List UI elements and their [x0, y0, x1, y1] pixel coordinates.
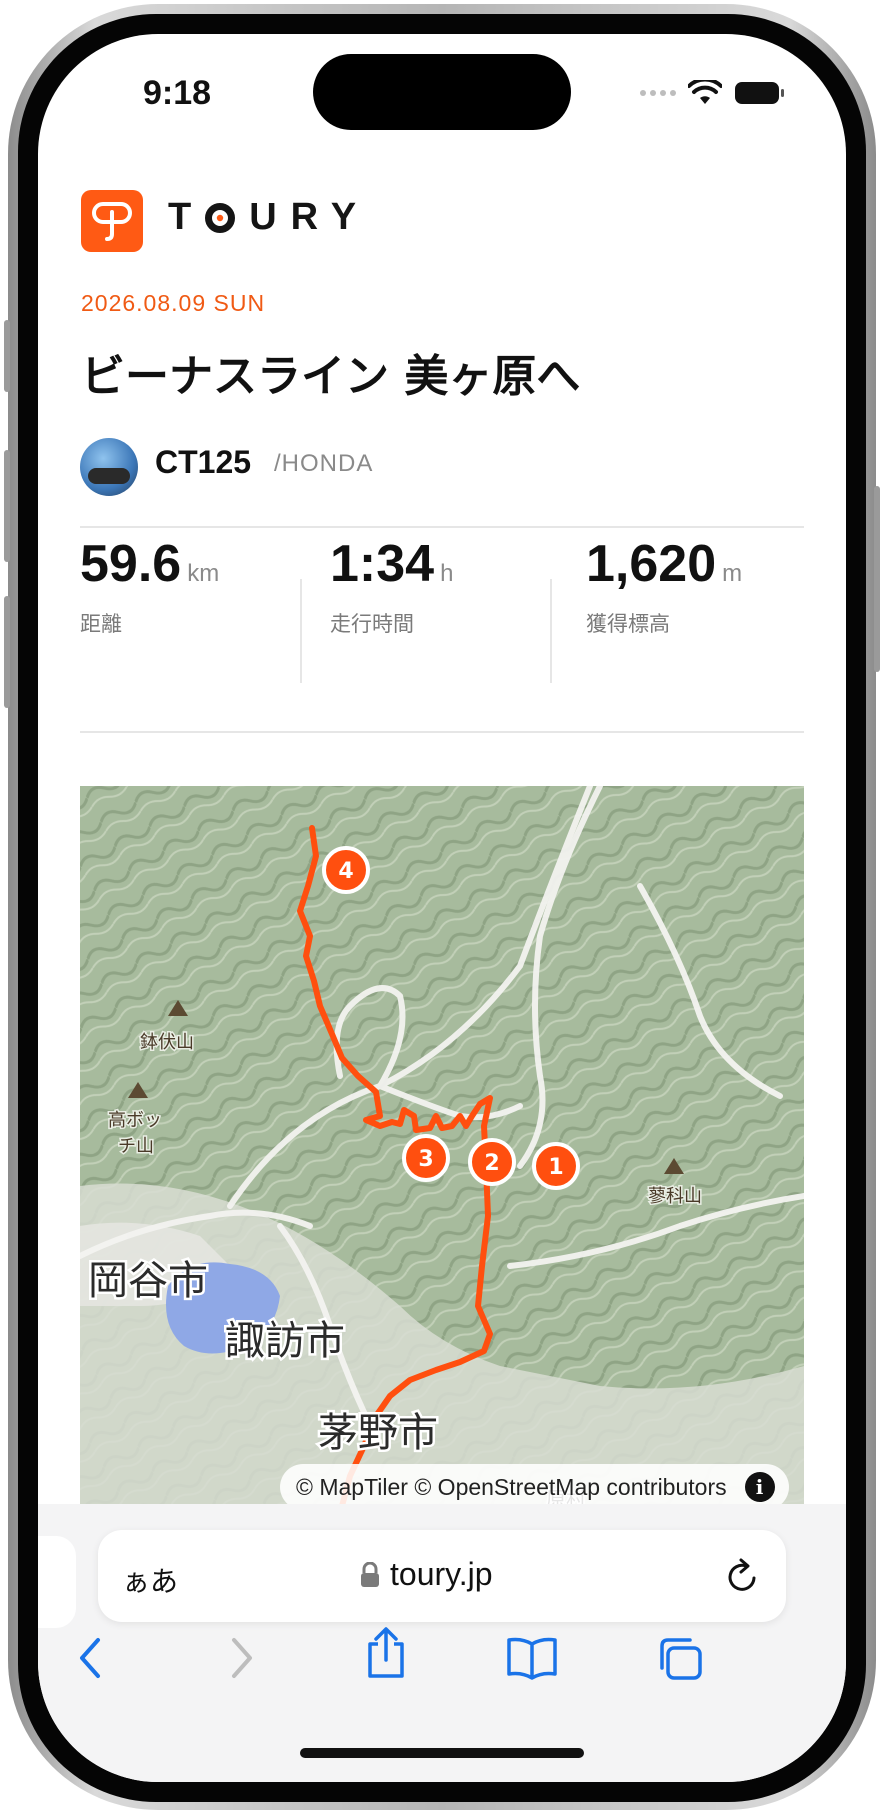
back-icon[interactable] — [76, 1636, 106, 1680]
url-text: toury.jp — [390, 1556, 493, 1592]
stat-duration: 1:34 h 走行時間 — [330, 534, 453, 638]
route-map[interactable]: 鉢伏山 高ボッ チ山 蓼科山 岡谷市 諏訪市 茅野市 原村 1 2 3 4 © … — [80, 786, 804, 1506]
city-label-suwa: 諏訪市 — [225, 1318, 345, 1364]
bike-maker: /HONDA — [274, 450, 374, 477]
route-marker-3[interactable]: 3 — [402, 1134, 450, 1182]
forward-icon[interactable] — [226, 1636, 256, 1680]
peak-label-takabocchi-2: チ山 — [118, 1136, 154, 1157]
stat-elevation-value: 1,620 — [586, 535, 717, 593]
divider-bottom — [80, 731, 804, 733]
battery-icon — [735, 82, 784, 104]
volume-down-button — [4, 596, 10, 708]
address-bar[interactable]: ぁあ toury.jp — [98, 1530, 786, 1622]
cellular-signal-icon — [640, 90, 676, 96]
logo-mark — [81, 190, 143, 252]
trip-title: ビーナスライン 美ヶ原へ — [81, 351, 581, 402]
lock-icon — [361, 1561, 379, 1587]
route-marker-2[interactable]: 2 — [468, 1138, 516, 1186]
city-label-okaya: 岡谷市 — [88, 1258, 208, 1304]
tabs-icon[interactable] — [656, 1636, 704, 1682]
divider-top — [80, 526, 804, 528]
stat-elevation-label: 獲得標高 — [586, 612, 670, 636]
stat-distance-label: 距離 — [80, 612, 122, 636]
stat-duration-value: 1:34 — [330, 535, 435, 593]
bike-model: CT125 — [155, 444, 252, 480]
bike-avatar — [80, 438, 138, 496]
svg-text:1: 1 — [548, 1155, 563, 1180]
text-size-button[interactable]: ぁあ — [122, 1560, 178, 1600]
svg-text:3: 3 — [418, 1147, 433, 1172]
status-time: 9:18 — [143, 74, 212, 112]
previous-tab-peek[interactable] — [38, 1536, 76, 1628]
svg-text:4: 4 — [338, 859, 353, 884]
stat-duration-label: 走行時間 — [330, 612, 414, 636]
map-attribution[interactable]: © MapTiler © OpenStreetMap contributors … — [280, 1464, 789, 1506]
info-icon[interactable]: i — [744, 1472, 775, 1502]
power-button — [874, 486, 880, 672]
brand-letter-t: T — [168, 196, 206, 238]
dynamic-island — [313, 54, 571, 130]
route-marker-1[interactable]: 1 — [532, 1142, 580, 1190]
peak-label-hachibuse: 鉢伏山 — [140, 1032, 194, 1053]
status-icons — [640, 80, 786, 106]
logo-t-icon — [92, 202, 132, 241]
home-indicator[interactable] — [300, 1748, 584, 1758]
bookmarks-icon[interactable] — [506, 1636, 558, 1680]
stat-distance-value: 59.6 — [80, 535, 182, 593]
svg-text:2: 2 — [484, 1151, 499, 1176]
stat-elevation-unit: m — [722, 560, 743, 587]
action-button — [4, 320, 10, 392]
peak-label-tateshina: 蓼科山 — [648, 1186, 702, 1207]
peak-label-takabocchi-1: 高ボッ — [108, 1110, 162, 1131]
stat-separator — [550, 579, 552, 683]
share-icon[interactable] — [364, 1626, 408, 1680]
screen: 9:18 T URY 2026.08.09 SUN ビーナスライン 美ヶ原へ CT… — [38, 34, 846, 1782]
map-canvas: 鉢伏山 高ボッ チ山 蓼科山 岡谷市 諏訪市 茅野市 原村 1 2 3 4 — [80, 786, 804, 1506]
stat-separator — [300, 579, 302, 683]
route-marker-4[interactable]: 4 — [322, 846, 370, 894]
stat-distance-unit: km — [187, 560, 220, 587]
city-label-chino: 茅野市 — [318, 1410, 438, 1456]
reload-icon[interactable] — [724, 1556, 762, 1596]
wifi-icon — [688, 80, 722, 104]
volume-up-button — [4, 450, 10, 562]
stat-elevation: 1,620 m 獲得標高 — [586, 534, 742, 638]
trip-date: 2026.08.09 SUN — [81, 290, 266, 316]
stat-distance: 59.6 km 距離 — [80, 534, 219, 638]
browser-bar: ぁあ toury.jp — [38, 1504, 846, 1782]
url-display[interactable]: toury.jp — [360, 1556, 493, 1593]
brand-letter-o — [205, 202, 236, 233]
brand-letters-rest: URY — [249, 196, 371, 238]
stat-duration-unit: h — [440, 560, 454, 587]
map-attribution-text: © MapTiler © OpenStreetMap contributors — [296, 1473, 727, 1500]
brand-wordmark: T URY — [168, 196, 370, 239]
